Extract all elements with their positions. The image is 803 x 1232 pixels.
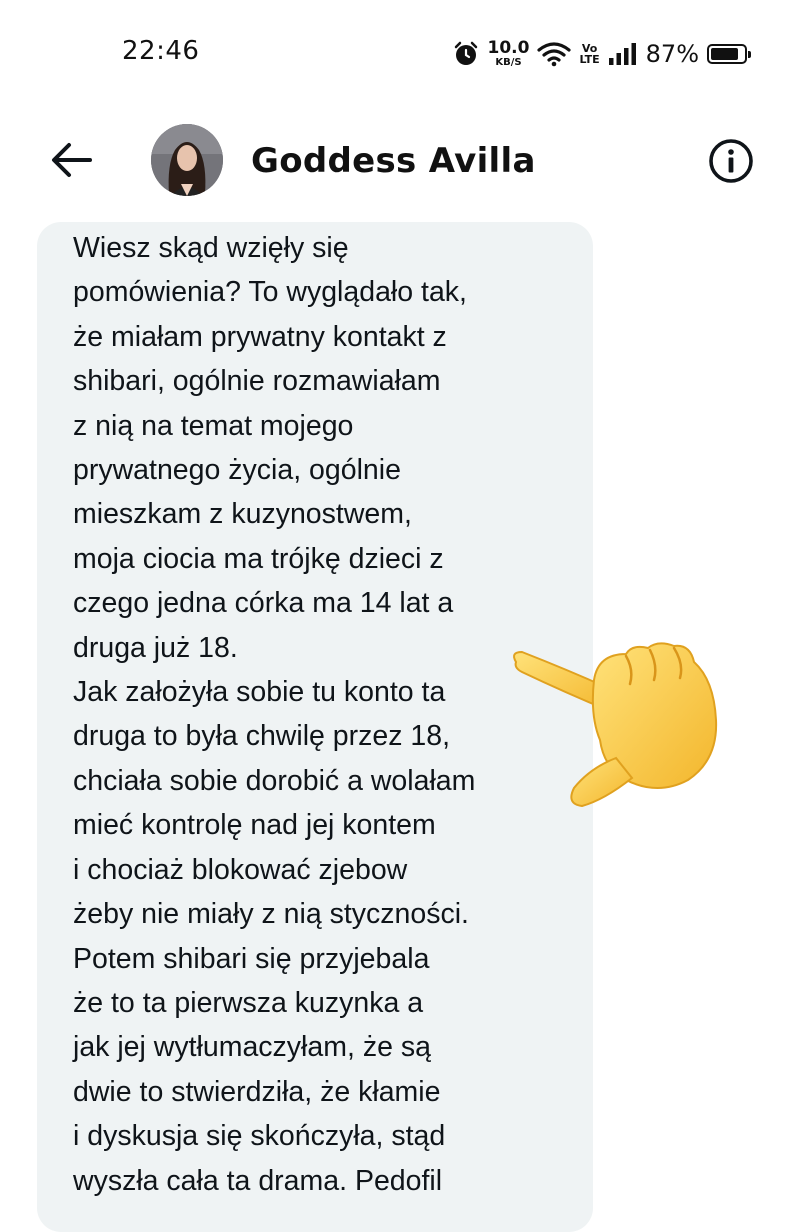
battery-percent: 87% — [645, 40, 699, 68]
volte-bottom: LTE — [579, 53, 600, 66]
signal-icon — [608, 43, 636, 65]
volte-indicator: Vo LTE — [579, 43, 599, 65]
status-bar: 22:46 10.0 KB/S Vo LTE 87% — [0, 0, 803, 108]
battery-level — [711, 48, 739, 60]
pointing-hand-icon — [513, 642, 718, 808]
contact-name[interactable]: Goddess Avilla — [251, 141, 536, 181]
alarm-icon — [455, 41, 478, 65]
status-icons: 10.0 KB/S Vo LTE 87% — [453, 34, 751, 74]
battery-icon — [707, 44, 751, 64]
network-speed-unit: KB/S — [495, 57, 522, 68]
status-time: 22:46 — [122, 36, 200, 66]
network-speed-value: 10.0 — [487, 38, 530, 58]
avatar[interactable] — [151, 124, 223, 196]
avatar-photo — [151, 124, 223, 196]
info-icon[interactable] — [707, 137, 755, 185]
back-arrow-icon[interactable] — [50, 140, 94, 180]
network-speed: 10.0 KB/S — [487, 40, 529, 68]
wifi-icon — [537, 42, 572, 67]
